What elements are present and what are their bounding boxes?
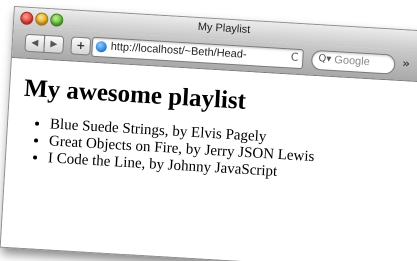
screenshot-stage: My Playlist ◀ ▶ + http://localhost/~Beth… bbox=[0, 0, 417, 261]
reload-icon[interactable]: C bbox=[290, 51, 298, 64]
back-icon: ◀ bbox=[31, 38, 39, 49]
search-input[interactable] bbox=[333, 53, 391, 71]
playlist: Blue Suede Strings, by Elvis Pagely Grea… bbox=[22, 115, 316, 183]
globe-icon bbox=[95, 40, 108, 53]
search-icon[interactable]: Q▾ bbox=[318, 53, 332, 65]
add-icon: + bbox=[75, 38, 86, 53]
browser-window: My Playlist ◀ ▶ + http://localhost/~Beth… bbox=[0, 6, 417, 261]
search-box[interactable]: Q▾ bbox=[310, 49, 396, 75]
forward-button[interactable]: ▶ bbox=[43, 34, 65, 55]
url-text[interactable]: http://localhost/~Beth/Head- bbox=[110, 41, 276, 63]
page-content: My awesome playlist Blue Suede Strings, … bbox=[0, 57, 417, 261]
forward-icon: ▶ bbox=[50, 39, 58, 50]
back-button[interactable]: ◀ bbox=[24, 33, 46, 53]
overflow-icon[interactable]: » bbox=[402, 56, 411, 70]
page-heading: My awesome playlist bbox=[23, 74, 247, 115]
add-bookmark-button[interactable]: + bbox=[70, 36, 92, 56]
